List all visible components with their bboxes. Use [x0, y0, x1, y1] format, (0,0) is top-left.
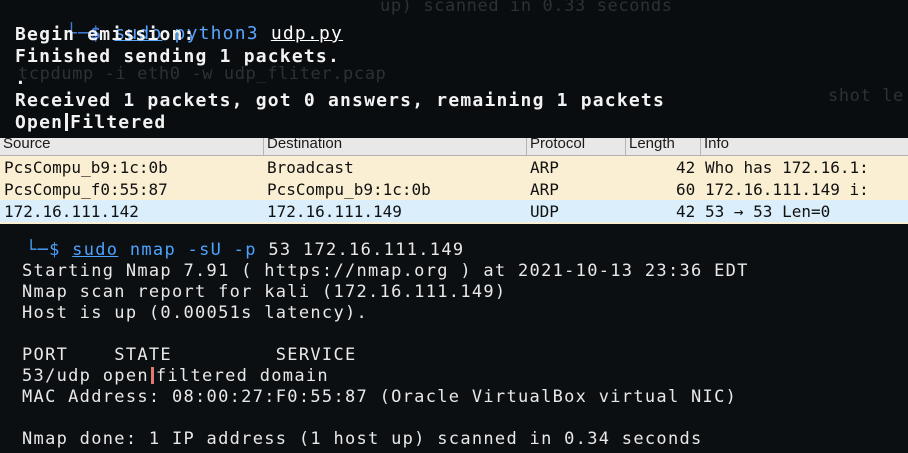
nmap-port-row: 53/udp open filtered domain	[22, 366, 329, 386]
column-destination[interactable]: Destination	[267, 138, 342, 152]
column-divider[interactable]	[700, 138, 701, 155]
packet-destination: PcsCompu_b9:1c:0b	[267, 180, 431, 199]
separator-bar	[150, 367, 154, 384]
output-line: .	[15, 68, 28, 89]
output-line: Begin emission:	[15, 24, 196, 45]
prompt-corner: └─	[26, 240, 50, 260]
packet-length: 42	[676, 158, 696, 177]
prompt-symbol: $	[49, 240, 61, 260]
mac-address-line: MAC Address: 08:00:27:F0:55:87 (Oracle V…	[22, 387, 738, 407]
packet-list[interactable]: Source Destination Protocol Length Info …	[0, 138, 908, 224]
packet-protocol: ARP	[530, 180, 559, 199]
state-open: open	[102, 366, 149, 386]
packet-protocol: ARP	[530, 158, 559, 177]
packet-destination: 172.16.111.149	[267, 202, 402, 221]
top-terminal[interactable]: up) scanned in 0.33 seconds tcpdump -i e…	[0, 0, 908, 138]
output-line: Received 1 packets, got 0 answers, remai…	[15, 90, 665, 111]
service-name: domain	[259, 366, 329, 386]
nmap-done-line: Nmap done: 1 IP address (1 host up) scan…	[22, 429, 703, 449]
column-length[interactable]: Length	[629, 138, 675, 152]
packet-source: PcsCompu_f0:55:87	[4, 180, 168, 199]
packet-info: 53 → 53 Len=0	[705, 202, 831, 221]
state-filtered: filtered	[155, 366, 249, 386]
packet-row[interactable]: PcsCompu_b9:1c:0b Broadcast ARP 42 Who h…	[0, 156, 908, 178]
nmap-command-prompt: └─$ sudo nmap -sU -p 53 172.16.111.149	[26, 240, 464, 260]
packet-length: 42	[676, 202, 696, 221]
packet-source: PcsCompu_b9:1c:0b	[4, 158, 168, 177]
column-divider[interactable]	[263, 138, 264, 155]
nmap-output-line: Starting Nmap 7.91 ( https://nmap.org ) …	[22, 261, 749, 281]
nmap-args: 53 172.16.111.149	[268, 240, 465, 260]
port-state-output: Open Filtered	[15, 112, 166, 133]
ghost-text-1: up) scanned in 0.33 seconds	[380, 0, 673, 16]
packet-source: 172.16.111.142	[4, 202, 139, 221]
packet-protocol: UDP	[530, 202, 559, 221]
column-source[interactable]: Source	[3, 138, 51, 152]
output-line: Finished sending 1 packets.	[15, 46, 340, 67]
sudo-command: sudo	[72, 240, 119, 260]
packet-info: 172.16.111.149 i:	[705, 180, 869, 199]
nmap-table-header: PORT STATE SERVICE	[22, 345, 357, 365]
packet-row-selected[interactable]: 172.16.111.142 172.16.111.149 UDP 42 53 …	[0, 200, 908, 222]
nmap-output-line: Nmap scan report for kali (172.16.111.14…	[22, 282, 507, 302]
packet-list-header: Source Destination Protocol Length Info	[0, 138, 908, 156]
script-filename: udp.py	[270, 23, 344, 44]
packet-length: 60	[676, 180, 696, 199]
port-number: 53/udp	[22, 366, 92, 386]
nmap-output-line: Host is up (0.00051s latency).	[22, 303, 369, 323]
nmap-program: nmap	[129, 240, 176, 260]
state-open-label: Open	[15, 112, 64, 133]
column-info[interactable]: Info	[704, 138, 729, 152]
packet-destination: Broadcast	[267, 158, 354, 177]
separator-bar	[65, 113, 69, 131]
ghost-text-2: tcpdump -i eth0 -w udp_fliter.pcap	[18, 64, 387, 84]
nmap-terminal[interactable]: └─$ sudo nmap -sU -p 53 172.16.111.149 S…	[0, 224, 908, 453]
packet-row[interactable]: PcsCompu_f0:55:87 PcsCompu_b9:1c:0b ARP …	[0, 178, 908, 200]
column-protocol[interactable]: Protocol	[530, 138, 585, 152]
column-divider[interactable]	[526, 138, 527, 155]
state-filtered-label: Filtered	[70, 112, 167, 133]
ghost-text-3: shot le	[828, 86, 904, 106]
nmap-flags: -sU -p	[187, 240, 257, 260]
column-divider[interactable]	[625, 138, 626, 155]
packet-info: Who has 172.16.1:	[705, 158, 869, 177]
